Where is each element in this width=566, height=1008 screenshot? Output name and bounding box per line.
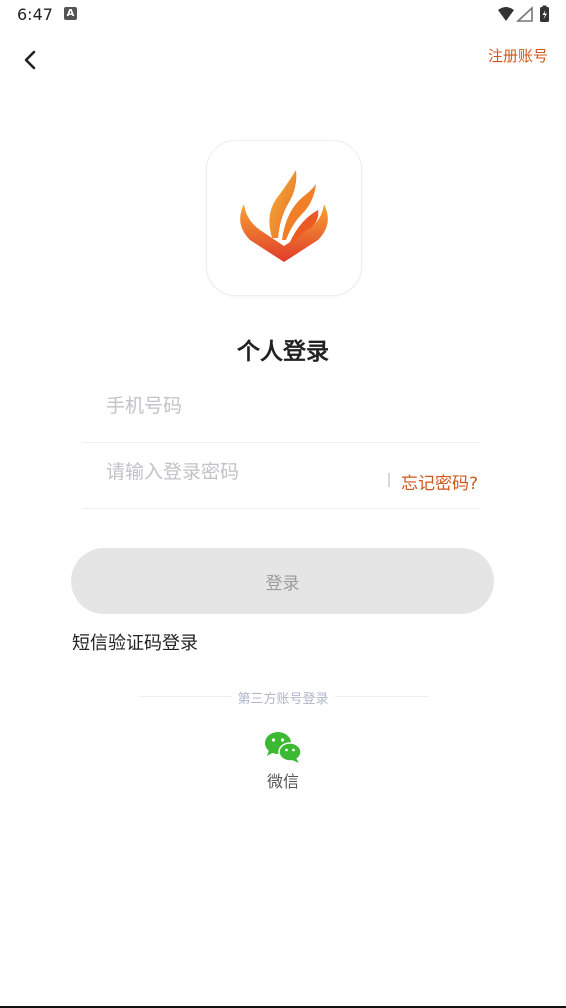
- phone-input-row: [82, 378, 481, 443]
- third-party-section: 第三方账号登录: [138, 688, 428, 708]
- register-account-link[interactable]: 注册账号: [488, 45, 548, 66]
- wechat-login-button[interactable]: 微信: [248, 730, 318, 792]
- input-divider: [388, 473, 390, 487]
- wechat-label: 微信: [266, 772, 299, 791]
- chevron-left-icon: [24, 50, 36, 70]
- status-time: 6:47: [17, 5, 53, 24]
- notification-a-icon: A: [64, 7, 77, 20]
- status-bar: 6:47 A: [0, 0, 566, 30]
- third-party-heading: 第三方账号登录: [231, 692, 335, 707]
- page-title: 个人登录: [237, 339, 329, 365]
- phone-input[interactable]: [104, 394, 468, 418]
- status-indicators: [496, 5, 552, 25]
- app-logo: [206, 140, 362, 296]
- forgot-password-link[interactable]: 忘记密码?: [401, 469, 478, 494]
- flame-logo-icon: [240, 170, 328, 262]
- back-button[interactable]: [16, 46, 44, 74]
- password-input[interactable]: [104, 460, 378, 484]
- password-input-row: 忘记密码?: [82, 444, 481, 509]
- login-button[interactable]: 登录: [71, 548, 494, 614]
- signal-icon: [515, 6, 533, 22]
- wechat-icon: [265, 732, 302, 763]
- status-icons-svg: [498, 5, 549, 22]
- wifi-icon: [498, 7, 514, 21]
- sms-login-link[interactable]: 短信验证码登录: [72, 629, 198, 655]
